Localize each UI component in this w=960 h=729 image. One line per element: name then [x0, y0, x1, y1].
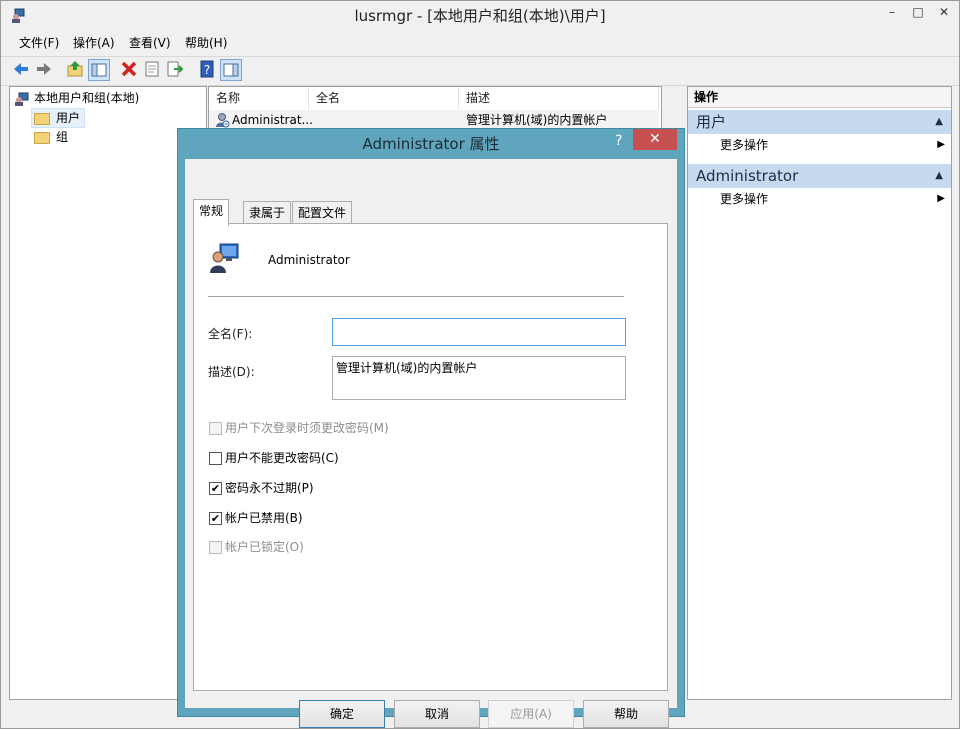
column-header-description[interactable]: 描述 [459, 87, 659, 109]
cannot-change-password-checkbox[interactable] [209, 452, 222, 465]
account-disabled-label: 帐户已禁用(B) [225, 511, 303, 525]
tab-profile[interactable]: 配置文件 [292, 201, 353, 224]
delete-icon[interactable] [119, 59, 139, 79]
folder-icon [34, 112, 50, 125]
menu-file[interactable]: 文件(F) [15, 32, 63, 54]
user-avatar-icon [210, 243, 239, 273]
ok-button[interactable]: 确定 [299, 700, 385, 728]
account-disabled-checkbox[interactable]: ✔ [209, 512, 222, 525]
submenu-arrow-icon: ▶ [937, 193, 945, 204]
username-label: Administrator [268, 253, 350, 267]
properties-icon[interactable] [142, 59, 162, 79]
help-icon[interactable]: ? [197, 59, 217, 79]
tab-member-of[interactable]: 隶属于 [243, 201, 292, 224]
tab-general[interactable]: 常规 [193, 199, 230, 226]
window-title: lusrmgr - [本地用户和组(本地)\用户] [354, 7, 606, 25]
back-arrow-icon[interactable] [11, 59, 31, 79]
row-name: Administrat... [232, 113, 313, 127]
action-pane: 操作 用户 ▲ 更多操作 ▶ Administrator ▲ 更多操作 ▶ [687, 86, 952, 700]
cancel-button[interactable]: 取消 [394, 700, 480, 728]
action-more-actions-label: 更多操作 [720, 192, 769, 206]
menu-view[interactable]: 查看(V) [125, 32, 175, 54]
export-icon[interactable] [165, 59, 185, 79]
apply-button[interactable]: 应用(A) [488, 700, 574, 728]
check-mark-icon: ✔ [210, 512, 221, 525]
row-description: 管理计算机(域)的内置帐户 [466, 113, 608, 127]
close-window-button[interactable]: ✕ [931, 1, 957, 23]
svg-text:?: ? [204, 63, 210, 77]
action-more-actions-label: 更多操作 [720, 138, 769, 152]
tree-item-users-label: 用户 [56, 111, 81, 125]
action-more-actions-users[interactable]: 更多操作 ▶ [688, 134, 951, 156]
show-action-pane-button[interactable] [220, 59, 242, 81]
user-account-icon [216, 113, 230, 128]
separator [208, 296, 624, 297]
submenu-arrow-icon: ▶ [937, 139, 945, 150]
dialog-title: Administrator 属性 [362, 135, 500, 153]
collapse-icon: ▲ [935, 116, 943, 127]
action-group-users-label: 用户 [696, 113, 727, 131]
dialog-close-button[interactable]: ✕ [633, 129, 677, 150]
dialog-body: 常规 隶属于 配置文件 Administrator 全名(F): 描述(D): … [185, 159, 677, 728]
show-tree-button[interactable] [88, 59, 110, 81]
action-more-actions-administrator[interactable]: 更多操作 ▶ [688, 188, 951, 210]
tree-root-label: 本地用户和组(本地) [34, 91, 140, 105]
action-group-administrator-label: Administrator [696, 167, 799, 185]
tree-root[interactable]: 本地用户和组(本地) [14, 89, 139, 107]
dialog-help-button[interactable]: ? [615, 133, 622, 149]
must-change-password-label: 用户下次登录时须更改密码(M) [225, 421, 389, 435]
help-button[interactable]: 帮助 [583, 700, 669, 728]
menu-help[interactable]: 帮助(H) [181, 32, 231, 54]
table-row[interactable]: Administrat... 管理计算机(域)的内置帐户 [209, 110, 659, 130]
fullname-label: 全名(F): [208, 327, 253, 341]
column-header-name[interactable]: 名称 [209, 87, 309, 109]
password-never-expires-label: 密码永不过期(P) [225, 481, 314, 495]
local-users-groups-icon [15, 92, 29, 106]
title-bar: lusrmgr - [本地用户和组(本地)\用户] – □ ✕ [1, 1, 959, 31]
collapse-icon: ▲ [935, 170, 943, 181]
minimize-button[interactable]: – [879, 1, 905, 23]
tree-item-groups-label: 组 [56, 130, 69, 144]
description-input[interactable]: 管理计算机(域)的内置帐户 [332, 356, 626, 400]
action-group-administrator[interactable]: Administrator ▲ [688, 164, 951, 188]
check-mark-icon: ✔ [210, 482, 221, 495]
password-never-expires-checkbox[interactable]: ✔ [209, 482, 222, 495]
cannot-change-password-label: 用户不能更改密码(C) [225, 451, 339, 465]
fullname-input[interactable] [332, 318, 626, 346]
forward-arrow-icon[interactable] [34, 59, 54, 79]
tree-item-users[interactable]: 用户 [31, 108, 86, 128]
must-change-password-checkbox[interactable] [209, 422, 222, 435]
account-locked-checkbox[interactable] [209, 541, 222, 554]
action-group-users[interactable]: 用户 ▲ [688, 110, 951, 134]
show-tree-icon [91, 63, 107, 77]
folder-icon [34, 131, 50, 144]
show-action-pane-icon [223, 63, 239, 77]
column-header-fullname[interactable]: 全名 [309, 87, 459, 109]
properties-dialog: Administrator 属性 ? ✕ 常规 隶属于 配置文件 Adminis… [177, 128, 685, 728]
up-folder-icon[interactable] [66, 59, 86, 79]
account-locked-label: 帐户已锁定(O) [225, 540, 304, 554]
description-label: 描述(D): [208, 365, 255, 379]
tree-item-groups[interactable]: 组 [34, 128, 68, 146]
tab-panel-general: Administrator 全名(F): 描述(D): 管理计算机(域)的内置帐… [193, 223, 668, 691]
action-pane-title: 操作 [688, 87, 951, 108]
menu-action[interactable]: 操作(A) [69, 32, 119, 54]
maximize-button[interactable]: □ [905, 1, 931, 23]
